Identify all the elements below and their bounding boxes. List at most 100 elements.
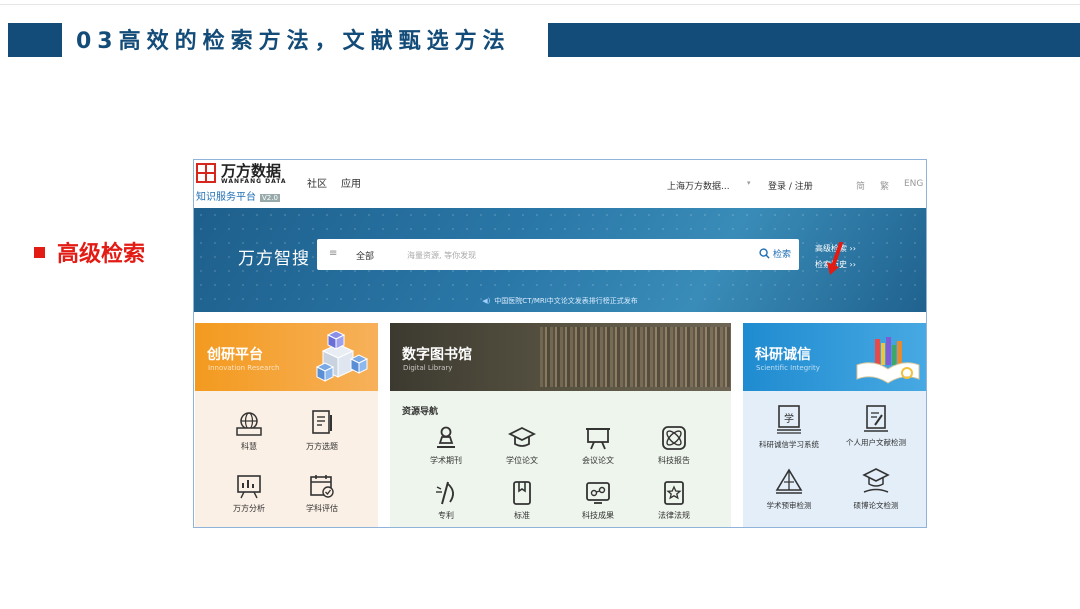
wanfang-logo-icon	[196, 163, 216, 183]
hero-brand: 万方智搜	[238, 249, 310, 269]
wanfang-screenshot: 万方数据 WANFANG DATA 知识服务平台 V2.0 社区 应用 上海万方数…	[193, 159, 927, 528]
item-conference[interactable]: 会议论文	[563, 425, 633, 466]
item-label: 硕博论文检测	[853, 501, 899, 510]
tent-book-icon	[775, 468, 803, 494]
panel-integrity: 科研诚信 Scientific Integrity 学 科研诚信学习系统 个人用…	[743, 323, 926, 527]
site-header: 万方数据 WANFANG DATA 知识服务平台 V2.0 社区 应用 上海万方数…	[194, 160, 926, 208]
bullet-text: 高级检索	[57, 241, 146, 267]
speaker-icon: ◀)	[482, 297, 491, 305]
item-label: 科技报告	[658, 456, 690, 465]
keyboard-globe-icon	[236, 412, 262, 436]
innovation-header[interactable]: 创研平台 Innovation Research	[195, 323, 378, 391]
lang-simplified[interactable]: 简	[856, 179, 865, 192]
hero-notice[interactable]: ◀) 中国医院CT/MRI中文论文发表排行榜正式发布	[194, 296, 926, 306]
innovation-title: 创研平台	[207, 347, 263, 363]
login-register-link[interactable]: 登录 / 注册	[768, 179, 813, 192]
nav-apps[interactable]: 应用	[341, 175, 361, 190]
item-achievements[interactable]: 科技成果	[563, 480, 633, 521]
search-button[interactable]: 检索	[759, 247, 791, 260]
org-caret-icon: ▾	[747, 179, 751, 187]
item-label: 学术期刊	[430, 456, 462, 465]
cubes-icon	[315, 330, 369, 382]
top-divider	[0, 4, 1080, 5]
logo-name-en: WANFANG DATA	[221, 178, 287, 185]
item-kehui[interactable]: 科慧	[214, 411, 284, 452]
item-label: 个人用户文献检测	[846, 438, 906, 447]
item-thesis-check[interactable]: 硕博论文检测	[841, 466, 911, 511]
title-bar-right	[548, 23, 1080, 57]
screen-link-icon	[586, 482, 610, 504]
item-label: 万方选题	[306, 442, 338, 451]
title-bar-left	[8, 23, 62, 57]
item-standards[interactable]: 标准	[487, 480, 557, 521]
graduation-cap-icon	[508, 426, 536, 447]
bullet-advanced-search: 高级检索	[34, 236, 145, 268]
item-patents[interactable]: 专利	[411, 480, 481, 521]
item-label: 学位论文	[506, 456, 538, 465]
org-selector[interactable]: 上海万方数据...	[667, 179, 730, 192]
item-label: 科慧	[241, 442, 257, 451]
bookshelf-image	[540, 327, 730, 387]
item-analysis[interactable]: 万方分析	[214, 473, 284, 514]
resource-nav-label: 资源导航	[402, 407, 439, 417]
library-title: 数字图书馆	[402, 347, 472, 363]
document-list-icon	[312, 410, 332, 434]
svg-text:学: 学	[784, 412, 794, 425]
panel-innovation: 创研平台 Innovation Research 科慧 万方选题 万方分析 学科…	[195, 323, 378, 527]
library-header[interactable]: 数字图书馆 Digital Library	[390, 323, 731, 391]
item-label: 科研诚信学习系统	[759, 440, 819, 449]
lang-traditional[interactable]: 繁	[880, 179, 889, 192]
item-theses[interactable]: 学位论文	[487, 425, 557, 466]
item-tech-reports[interactable]: 科技报告	[639, 425, 709, 466]
search-hero: 万方智搜 ≡ 全部 检索 高级检索 ›› 检索历史 ›› ◀)中国医院CT/MR…	[194, 208, 926, 312]
nav-community[interactable]: 社区	[307, 175, 327, 190]
integrity-title: 科研诚信	[755, 347, 811, 363]
slide-title: 03高效的检索方法，文献甄选方法	[76, 29, 511, 54]
item-label: 学术预审检测	[766, 501, 812, 510]
logo-subtitle: 知识服务平台 V2.0	[196, 188, 280, 203]
integrity-header[interactable]: 科研诚信 Scientific Integrity	[743, 323, 926, 391]
open-book-icon	[856, 337, 920, 384]
search-box: ≡ 全部 检索	[317, 239, 799, 270]
red-arrow-icon	[827, 242, 843, 275]
item-label: 万方分析	[233, 504, 265, 513]
bullet-square-icon	[34, 246, 45, 258]
item-label: 会议论文	[582, 456, 614, 465]
bookmark-book-icon	[513, 481, 531, 505]
panel-library: 数字图书馆 Digital Library 资源导航 学术期刊 学位论文 会议论…	[390, 323, 731, 527]
version-badge: V2.0	[260, 194, 280, 202]
board-chart-icon	[237, 475, 261, 499]
item-discipline-eval[interactable]: 学科评估	[287, 473, 357, 514]
star-document-icon	[664, 481, 684, 505]
item-journals[interactable]: 学术期刊	[411, 425, 481, 466]
menu-icon[interactable]: ≡	[329, 248, 337, 259]
stamp-icon	[437, 426, 455, 448]
item-label: 科技成果	[582, 511, 614, 520]
search-icon	[759, 248, 770, 259]
item-label: 学科评估	[306, 504, 338, 513]
calendar-check-icon	[310, 475, 334, 498]
item-laws[interactable]: 法律法规	[639, 480, 709, 521]
search-button-label: 检索	[772, 250, 791, 260]
doc-edit-icon	[864, 405, 888, 432]
presentation-board-icon	[586, 428, 610, 450]
search-input[interactable]	[405, 244, 729, 266]
atom-icon	[662, 426, 686, 450]
learning-board-icon: 学	[777, 405, 801, 434]
library-subtitle: Digital Library	[403, 364, 453, 372]
integrity-subtitle: Scientific Integrity	[756, 364, 820, 372]
item-pre-review[interactable]: 学术预审检测	[754, 466, 824, 511]
lang-english[interactable]: ENG	[904, 179, 923, 189]
item-integrity-learning[interactable]: 学 科研诚信学习系统	[754, 403, 824, 450]
compass-pen-icon	[436, 481, 454, 505]
notice-text: 中国医院CT/MRI中文论文发表排行榜正式发布	[494, 297, 638, 305]
search-scope-select[interactable]: 全部	[356, 249, 374, 262]
item-personal-check[interactable]: 个人用户文献检测	[841, 403, 911, 448]
item-label: 法律法规	[658, 511, 690, 520]
item-label: 标准	[514, 511, 530, 520]
item-topic-selection[interactable]: 万方选题	[287, 409, 357, 452]
item-label: 专利	[438, 511, 454, 520]
cap-book-icon	[862, 468, 890, 493]
logo-subtitle-text: 知识服务平台	[196, 192, 256, 203]
innovation-subtitle: Innovation Research	[208, 364, 280, 372]
